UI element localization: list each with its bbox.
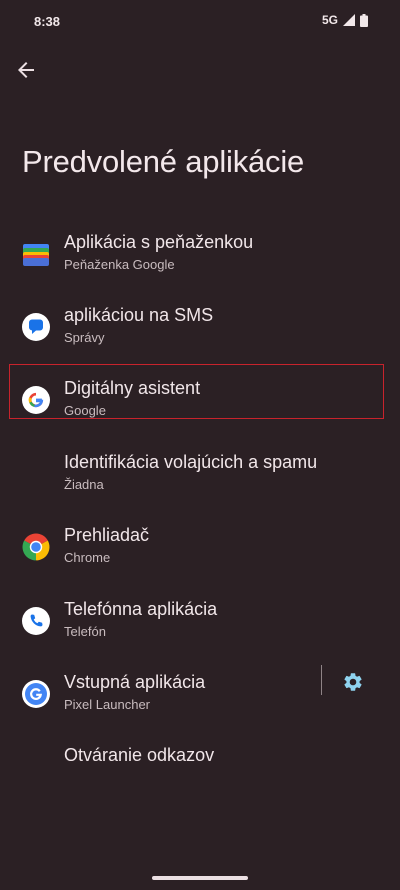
gear-icon[interactable]: [342, 671, 364, 693]
signal-icon: [343, 14, 355, 26]
item-label: Otváranie odkazov: [64, 745, 215, 765]
highlight-box: [9, 364, 384, 419]
status-bar: 8:38 5G: [0, 0, 400, 44]
messages-icon: [22, 313, 50, 341]
status-time: 8:38: [34, 14, 61, 29]
item-summary: Chrome: [64, 550, 111, 565]
list-item-opening-links[interactable]: Otváranie odkazov: [0, 733, 400, 795]
network-type: 5G: [321, 13, 338, 27]
item-summary: Žiadna: [64, 477, 104, 492]
item-summary: Telefón: [64, 624, 106, 639]
gesture-navigation-bar[interactable]: [152, 876, 248, 880]
list-item-phone[interactable]: Telefónna aplikácia Telefón: [0, 587, 400, 649]
list-item-caller-id[interactable]: Identifikácia volajúcich a spamu Žiadna: [0, 440, 400, 502]
item-label: Aplikácia s peňaženkou: [64, 232, 254, 252]
item-summary: Peňaženka Google: [64, 257, 175, 272]
item-label: aplikáciou na SMS: [64, 305, 214, 325]
list-item-browser[interactable]: Prehliadač Chrome: [0, 513, 400, 575]
item-summary: Správy: [64, 330, 105, 345]
status-icons: 5G: [322, 13, 368, 27]
vertical-divider: [321, 665, 322, 695]
item-label: Prehliadač: [64, 525, 150, 545]
chrome-icon: [22, 533, 50, 561]
battery-icon: [360, 13, 368, 27]
list-item-wallet[interactable]: Aplikácia s peňaženkou Peňaženka Google: [0, 220, 400, 282]
pixel-launcher-icon: [22, 680, 50, 708]
phone-icon: [22, 607, 50, 635]
item-label: Vstupná aplikácia: [64, 672, 206, 692]
item-label: Identifikácia volajúcich a spamu: [64, 452, 318, 472]
item-label: Telefónna aplikácia: [64, 599, 218, 619]
google-wallet-icon: [23, 244, 49, 266]
list-item-input-app[interactable]: Vstupná aplikácia Pixel Launcher: [0, 660, 310, 722]
list-item-sms[interactable]: aplikáciou na SMS Správy: [0, 293, 400, 355]
page-title: Predvolené aplikácie: [22, 144, 305, 179]
item-summary: Pixel Launcher: [64, 697, 150, 712]
arrow-back-icon[interactable]: [14, 58, 38, 82]
